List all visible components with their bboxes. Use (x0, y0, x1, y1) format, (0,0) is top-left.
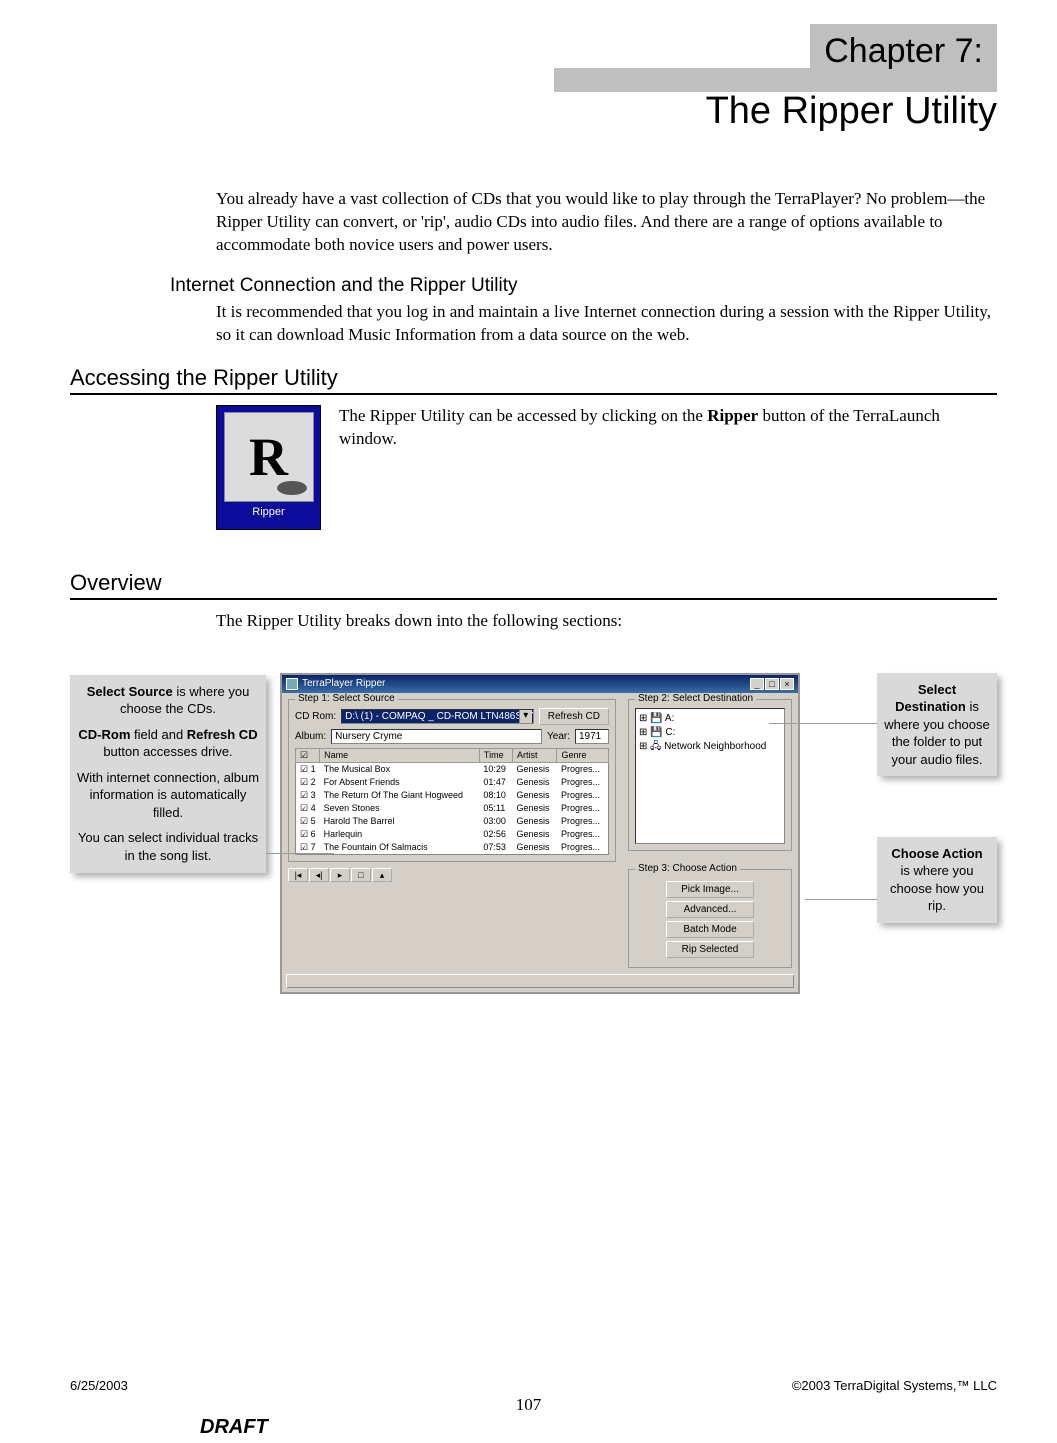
cdrom-label: CD Rom: (295, 711, 336, 722)
advanced-button[interactable]: Advanced... (666, 901, 754, 918)
track-checkbox[interactable]: ☑ (300, 829, 308, 839)
window-title: TerraPlayer Ripper (302, 678, 385, 689)
rip-selected-button[interactable]: Rip Selected (666, 941, 754, 958)
track-checkbox[interactable]: ☑ (300, 842, 308, 852)
track-checkbox[interactable]: ☑ (300, 803, 308, 813)
app-window: TerraPlayer Ripper _ □ × Step 1: Select … (280, 673, 800, 994)
page-number: 107 (0, 1395, 1057, 1415)
cdrom-dropdown[interactable]: D:\ (1) - COMPAQ _ CD-ROM LTN486S VYQS8 … (341, 709, 534, 724)
table-row[interactable]: ☑ 3The Return Of The Giant Hogweed08:10G… (296, 789, 609, 802)
step3-fieldset: Step 3: Choose Action Pick Image... Adva… (628, 869, 792, 968)
track-checkbox[interactable]: ☑ (300, 764, 308, 774)
destination-tree[interactable]: ⊞ 💾 A: ⊞ 💾 C: ⊞ 🖧 Network Neighborhood (635, 708, 785, 844)
callout-select-destination: Select Destination is where you choose t… (877, 673, 997, 777)
overview-paragraph: The Ripper Utility breaks down into the … (216, 610, 997, 633)
tree-item[interactable]: ⊞ 💾 C: (639, 726, 781, 740)
status-bar (286, 974, 794, 988)
maximize-button[interactable]: □ (765, 678, 779, 690)
chapter-tab: Chapter 7: (810, 24, 997, 79)
album-field[interactable]: Nursery Cryme (331, 729, 542, 744)
step1-legend: Step 1: Select Source (295, 693, 398, 704)
ripper-icon-label: Ripper (252, 506, 284, 518)
table-row[interactable]: ☑ 2For Absent Friends01:47GenesisProgres… (296, 776, 609, 789)
step2-fieldset: Step 2: Select Destination ⊞ 💾 A: ⊞ 💾 C:… (628, 699, 792, 851)
tree-item[interactable]: ⊞ 💾 A: (639, 712, 781, 726)
table-row[interactable]: ☑ 5Harold The Barrel03:00GenesisProgres.… (296, 815, 609, 828)
minimize-button[interactable]: _ (750, 678, 764, 690)
track-checkbox[interactable]: ☑ (300, 790, 308, 800)
track-checkbox[interactable]: ☑ (300, 777, 308, 787)
heading-overview: Overview (70, 570, 997, 600)
play-button[interactable]: ▸ (330, 868, 350, 882)
tracks-table[interactable]: ☑ Name Time Artist Genre ☑ 1The Musical … (295, 748, 609, 855)
callout-select-source: Select Source is where you choose the CD… (70, 675, 266, 873)
draft-watermark: DRAFT (200, 1416, 268, 1439)
year-field[interactable]: 1971 (575, 729, 609, 744)
refresh-cd-button[interactable]: Refresh CD (539, 708, 609, 725)
titlebar[interactable]: TerraPlayer Ripper _ □ × (282, 675, 798, 693)
leader-line (769, 723, 877, 724)
transport-controls: |◂ ◂| ▸ □ ▴ (288, 868, 616, 882)
access-paragraph: The Ripper Utility can be accessed by cl… (339, 405, 997, 530)
track-checkbox[interactable]: ☑ (300, 816, 308, 826)
step3-legend: Step 3: Choose Action (635, 863, 740, 874)
table-row[interactable]: ☑ 1The Musical Box10:29GenesisProgres... (296, 762, 609, 776)
step1-fieldset: Step 1: Select Source CD Rom: D:\ (1) - … (288, 699, 616, 862)
select-all-checkbox[interactable]: ☑ (300, 750, 308, 760)
close-button[interactable]: × (780, 678, 794, 690)
callout-choose-action: Choose Action is where you choose how yo… (877, 837, 997, 923)
internet-paragraph: It is recommended that you log in and ma… (216, 301, 997, 347)
table-row[interactable]: ☑ 4Seven Stones05:11GenesisProgres... (296, 802, 609, 815)
album-label: Album: (295, 731, 326, 742)
eject-button[interactable]: ▴ (372, 868, 392, 882)
batch-mode-button[interactable]: Batch Mode (666, 921, 754, 938)
intro-paragraph: You already have a vast collection of CD… (216, 188, 997, 257)
year-label: Year: (547, 731, 570, 742)
ripper-launcher-button[interactable]: R Ripper (216, 405, 321, 530)
footer-copyright: ©2003 TerraDigital Systems,™ LLC (792, 1378, 997, 1393)
skip-back-button[interactable]: |◂ (288, 868, 308, 882)
step2-legend: Step 2: Select Destination (635, 693, 756, 704)
app-icon (286, 678, 298, 690)
tree-item[interactable]: ⊞ 🖧 Network Neighborhood (639, 740, 781, 754)
subhead-internet: Internet Connection and the Ripper Utili… (170, 275, 997, 297)
stop-button[interactable]: □ (351, 868, 371, 882)
chapter-subtitle: The Ripper Utility (706, 90, 997, 133)
leader-line (805, 899, 877, 900)
ripper-icon: R (224, 412, 314, 502)
table-row[interactable]: ☑ 7The Fountain Of Salmacis07:53GenesisP… (296, 841, 609, 855)
footer-date: 6/25/2003 (70, 1378, 128, 1393)
table-row[interactable]: ☑ 6Harlequin02:56GenesisProgres... (296, 828, 609, 841)
pick-image-button[interactable]: Pick Image... (666, 881, 754, 898)
leader-line (266, 853, 334, 854)
play-back-button[interactable]: ◂| (309, 868, 329, 882)
heading-access: Accessing the Ripper Utility (70, 365, 997, 395)
page-footer: 6/25/2003 ©2003 TerraDigital Systems,™ L… (70, 1378, 997, 1393)
